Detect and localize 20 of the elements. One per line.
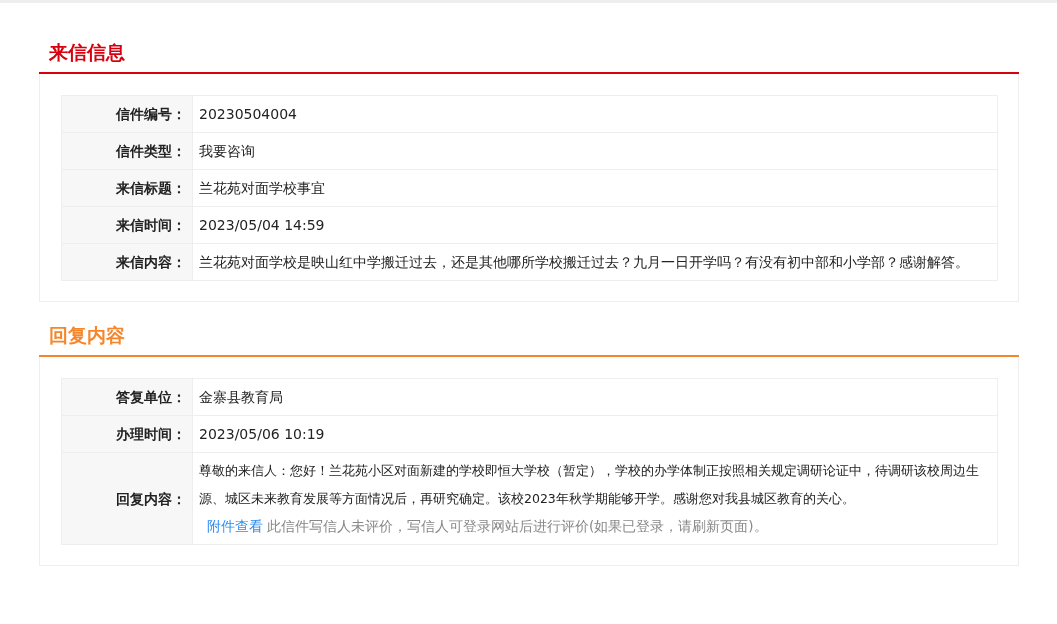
field-value: 金寨县教育局 [199, 389, 283, 405]
section-title: 来信信息 [49, 40, 126, 65]
section-title: 回复内容 [49, 323, 126, 348]
field-value: 我要咨询 [199, 143, 255, 159]
field-value: 20230504004 [199, 106, 297, 122]
attachment-link[interactable]: 附件查看 [207, 518, 263, 534]
field-label: 来信标题： [116, 180, 186, 196]
reply-text: 尊敬的来信人：您好！兰花苑小区对面新建的学校即恒大学校（暂定），学校的办学体制正按照相关规定调研论证中，待调研该校周边生源、城区未来教育发展等方面情况后，再研究确定。该校2023年秋学期能够开学。感谢您对我县城区教育的关心。 [199, 462, 980, 508]
field-label: 来信时间： [116, 217, 186, 233]
field-label: 信件编号： [116, 106, 186, 122]
field-label: 办理时间： [116, 426, 186, 442]
field-value: 2023/05/04 14:59 [199, 217, 325, 233]
field-value: 兰花苑对面学校是映山红中学搬迁过去，还是其他哪所学校搬迁过去？九月一日开学吗？有没有初中部和小学部？感谢解答。 [199, 254, 969, 270]
field-value: 兰花苑对面学校事宜 [199, 180, 325, 196]
field-label: 来信内容： [116, 254, 186, 270]
field-label: 回复内容： [116, 490, 186, 507]
evaluation-note: 此信件写信人未评价，写信人可登录网站后进行评价(如果已登录，请刷新页面)。 [267, 518, 768, 534]
field-value: 2023/05/06 10:19 [199, 426, 325, 442]
field-label: 信件类型： [116, 143, 186, 159]
field-label: 答复单位： [116, 389, 186, 405]
